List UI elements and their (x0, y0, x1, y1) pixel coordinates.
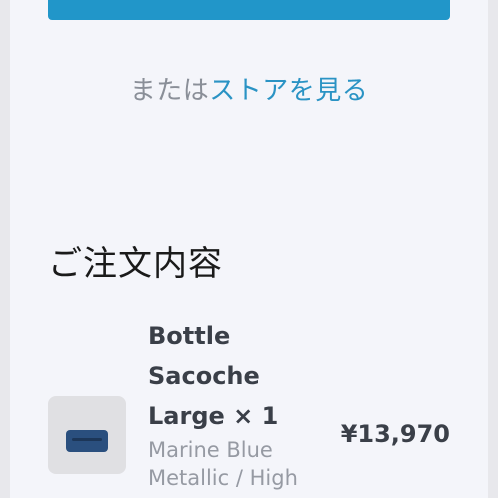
checkout-button[interactable] (48, 0, 450, 20)
product-thumbnail (48, 396, 126, 474)
product-price: ¥13,970 (340, 420, 450, 448)
product-quantity: × 1 (233, 402, 279, 430)
store-prompt: またはストアを見る (10, 70, 488, 107)
bag-image (66, 430, 108, 452)
order-summary-title: ご注文内容 (48, 244, 223, 284)
product-variant: Marine Blue Metallic / High (148, 438, 298, 490)
store-prompt-prefix: または (129, 76, 210, 106)
product-name-block: Bottle Sacoche Large × 1 (148, 316, 288, 436)
order-item: Bottle Sacoche Large × 1 Marine Blue Met… (48, 314, 450, 498)
checkout-screen: またはストアを見る ご注文内容 Bottle Sacoche Large × 1… (10, 0, 488, 498)
view-store-link[interactable]: ストアを見る (209, 76, 368, 106)
